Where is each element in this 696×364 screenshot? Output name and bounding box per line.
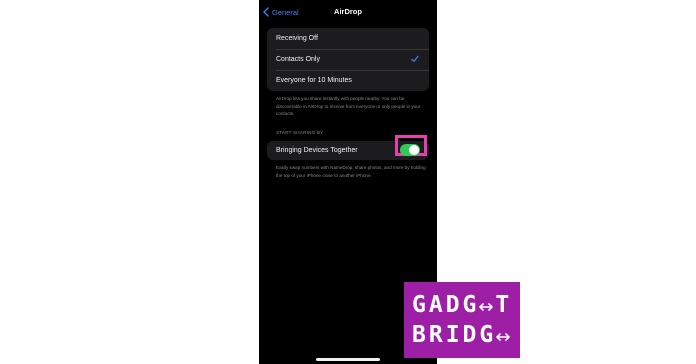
logo-text: GADG bbox=[412, 292, 480, 318]
logo-line-1: GADG T bbox=[412, 292, 512, 318]
double-arrow-icon bbox=[496, 322, 512, 348]
section-header: START SHARING BY bbox=[276, 130, 324, 135]
navigation-bar: General AirDrop bbox=[259, 6, 437, 18]
receiving-options-group: Receiving Off Contacts Only Everyone for… bbox=[267, 28, 429, 91]
page-title: AirDrop bbox=[334, 7, 362, 16]
toggle-label: Bringing Devices Together bbox=[276, 147, 358, 154]
home-indicator bbox=[316, 358, 380, 361]
logo-text: T bbox=[495, 292, 513, 318]
double-arrow-icon bbox=[479, 292, 495, 318]
bringing-devices-together-toggle[interactable] bbox=[400, 144, 420, 156]
receiving-footer-text: AirDrop lets you share instantly with pe… bbox=[276, 96, 421, 117]
option-label: Receiving Off bbox=[276, 35, 318, 42]
option-label: Contacts Only bbox=[276, 56, 320, 63]
option-everyone-10-minutes[interactable]: Everyone for 10 Minutes bbox=[267, 70, 429, 91]
option-receiving-off[interactable]: Receiving Off bbox=[267, 28, 429, 49]
bringing-devices-together-row: Bringing Devices Together bbox=[267, 135, 429, 160]
logo-line-2: BRIDG bbox=[412, 322, 512, 348]
sharing-group: Bringing Devices Together bbox=[267, 135, 429, 160]
logo-text: BRIDG bbox=[412, 322, 497, 348]
option-label: Everyone for 10 Minutes bbox=[276, 77, 352, 84]
checkmark-icon bbox=[411, 55, 419, 65]
option-contacts-only[interactable]: Contacts Only bbox=[267, 49, 429, 70]
toggle-knob bbox=[409, 145, 419, 155]
sharing-footer-text: Easily swap numbers with NameDrop, share… bbox=[276, 165, 426, 178]
gadget-bridge-logo: GADG T BRIDG bbox=[404, 282, 520, 358]
